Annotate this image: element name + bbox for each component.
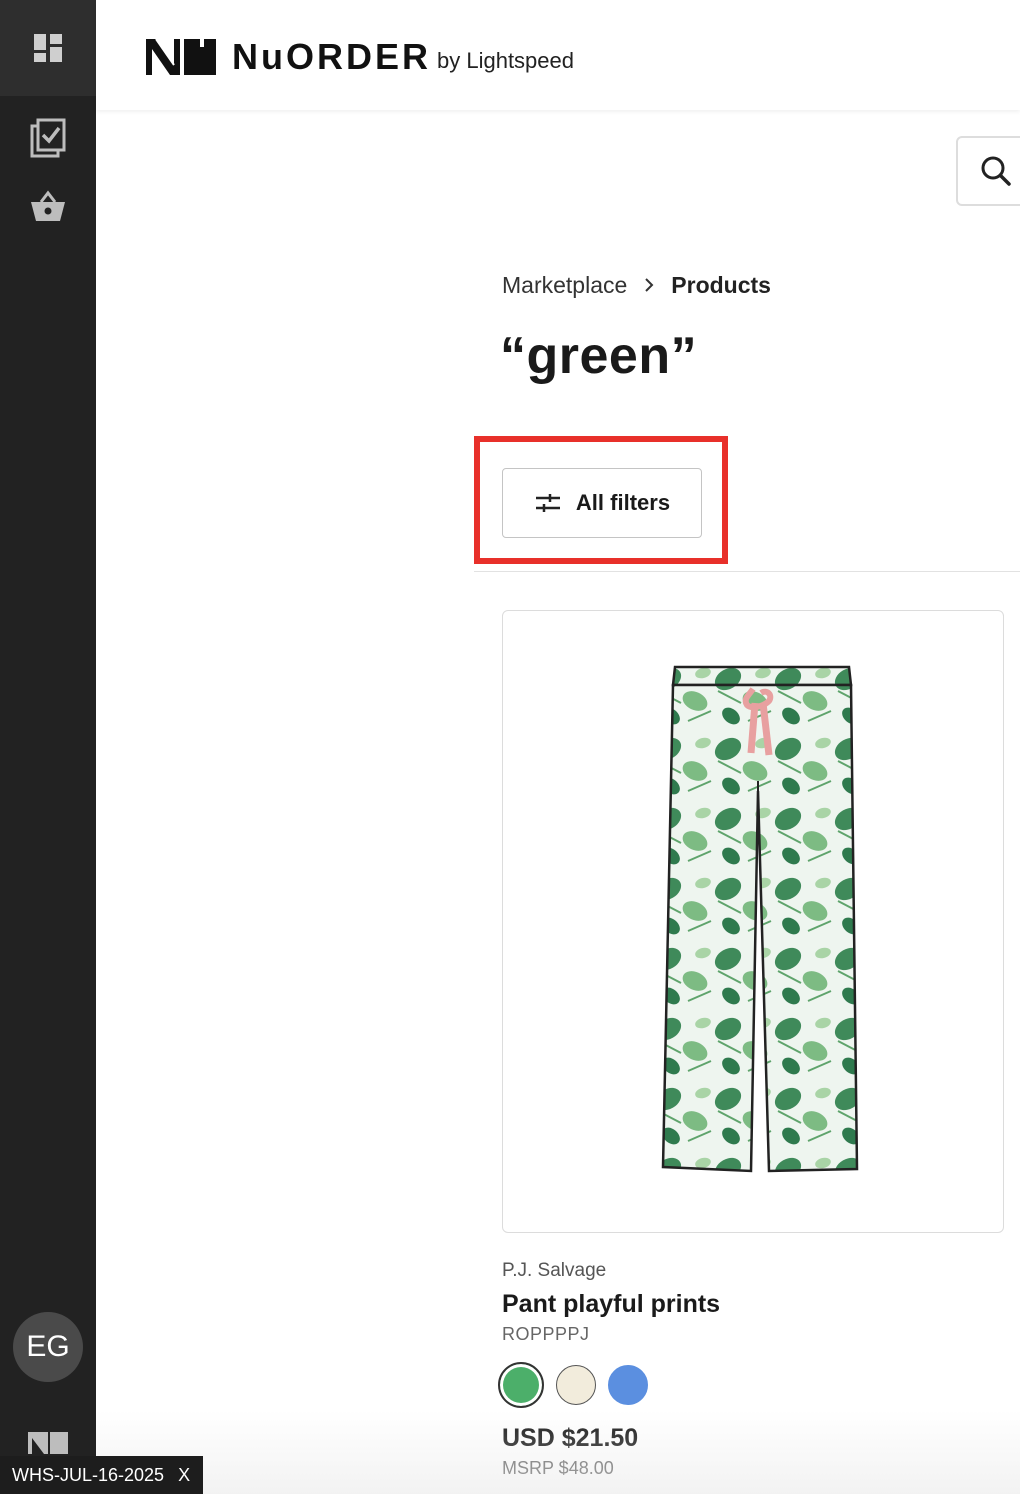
product-price: USD $21.50 bbox=[502, 1424, 639, 1452]
chevron-right-icon bbox=[643, 273, 655, 299]
basket-icon bbox=[31, 190, 65, 221]
close-badge-button[interactable]: X bbox=[178, 1465, 190, 1486]
sliders-icon bbox=[535, 494, 560, 512]
checklist-icon bbox=[30, 118, 66, 158]
brand-tagline: by Lightspeed bbox=[437, 48, 574, 73]
product-name[interactable]: Pant playful prints bbox=[502, 1290, 720, 1319]
nuorder-logo-icon bbox=[146, 39, 216, 75]
swatch-green[interactable] bbox=[498, 1362, 544, 1408]
cart-nav-item[interactable] bbox=[0, 190, 96, 224]
nuorder-mark-icon bbox=[28, 1432, 68, 1459]
breadcrumb-marketplace[interactable]: Marketplace bbox=[502, 272, 627, 299]
product-sku: ROPPPPJ bbox=[502, 1324, 590, 1344]
user-avatar[interactable]: EG bbox=[13, 1312, 83, 1382]
all-filters-button[interactable]: All filters bbox=[502, 468, 702, 538]
swatch-blue[interactable] bbox=[608, 1365, 648, 1405]
dashboard-nav-item[interactable] bbox=[0, 0, 96, 96]
search-icon bbox=[981, 156, 1011, 186]
swatch-cream[interactable] bbox=[556, 1365, 596, 1405]
color-swatches bbox=[498, 1362, 660, 1408]
brand-name: NuORDER bbox=[232, 36, 431, 77]
product-msrp: MSRP $48.00 bbox=[502, 1458, 614, 1478]
dashboard-icon bbox=[34, 34, 62, 62]
breadcrumb-products: Products bbox=[671, 272, 771, 298]
breadcrumb: Marketplace Products bbox=[502, 272, 771, 299]
divider bbox=[474, 571, 1020, 572]
search-button[interactable] bbox=[956, 136, 1020, 206]
brand-logo[interactable]: NuORDER by Lightspeed bbox=[146, 36, 574, 78]
orders-nav-item[interactable] bbox=[0, 118, 96, 158]
environment-label: WHS-JUL-16-2025 bbox=[12, 1464, 165, 1485]
product-image[interactable] bbox=[653, 661, 863, 1182]
product-brand[interactable]: P.J. Salvage bbox=[502, 1260, 606, 1282]
sidebar: EG bbox=[0, 0, 96, 1494]
top-header: NuORDER by Lightspeed bbox=[96, 0, 1020, 110]
all-filters-label: All filters bbox=[575, 490, 671, 515]
environment-badge: WHS-JUL-16-2025 X bbox=[0, 1456, 203, 1494]
product-card[interactable] bbox=[502, 610, 1004, 1233]
page-title: “green” bbox=[500, 327, 698, 385]
